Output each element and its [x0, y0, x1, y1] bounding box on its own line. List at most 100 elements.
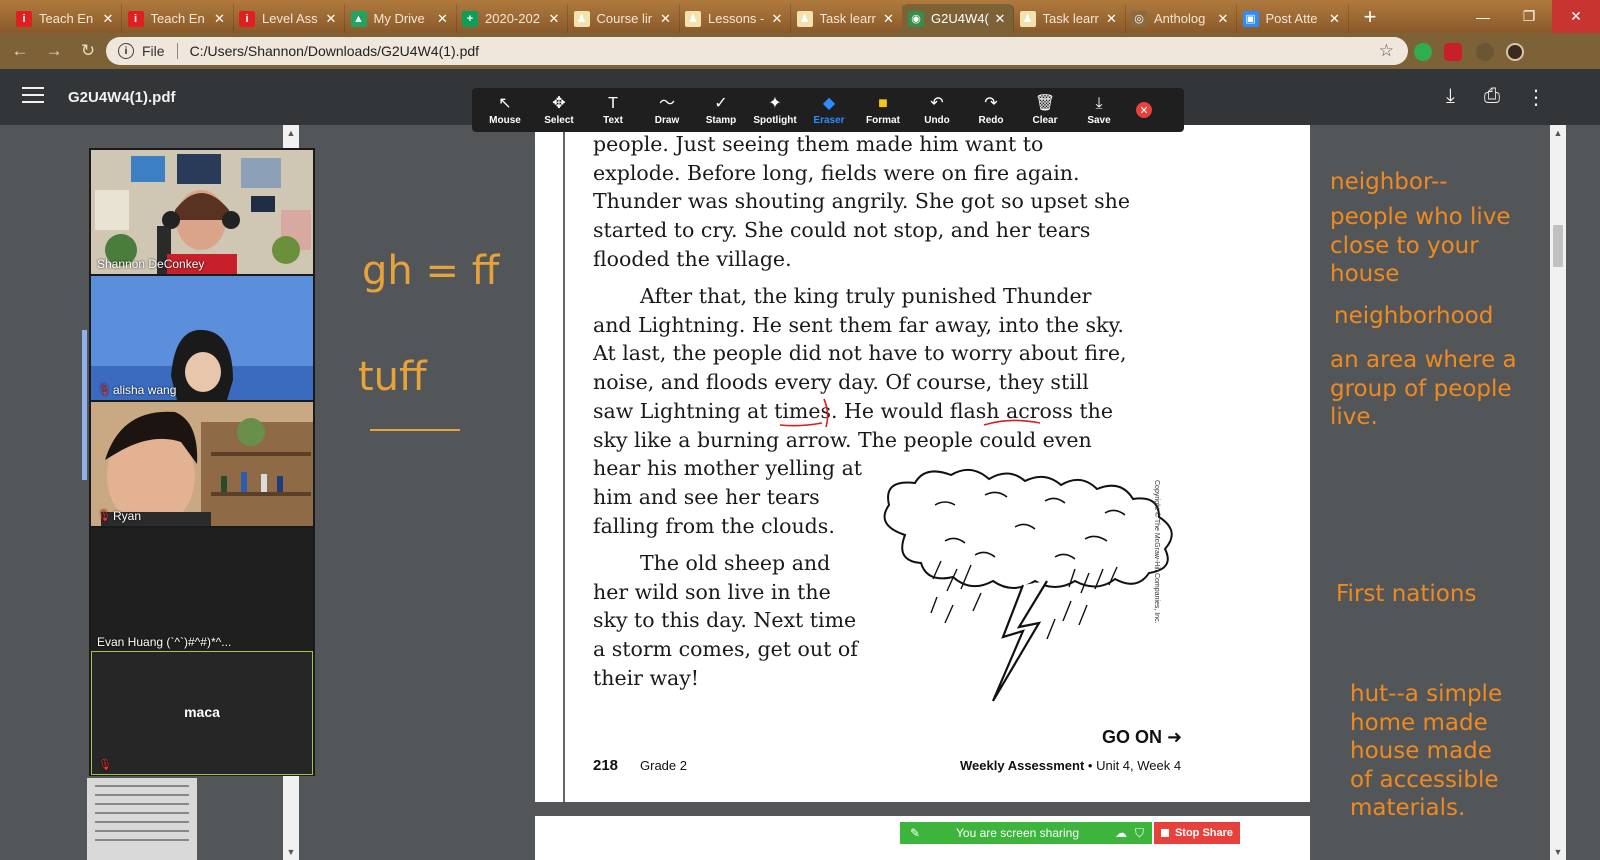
document-scrollbar[interactable]: ▲ ▼ [1550, 125, 1566, 860]
print-icon[interactable]: ⎙ [1484, 85, 1500, 108]
tab-close-icon[interactable]: ✕ [659, 11, 673, 27]
tool-undo[interactable]: ↶ Undo [910, 88, 964, 132]
note-line: people who live [1330, 204, 1511, 230]
scroll-down-icon[interactable]: ▼ [1550, 844, 1566, 860]
tab-close-icon[interactable]: ✕ [1328, 11, 1342, 27]
browser-tab[interactable]: i Teach En ✕ [10, 4, 122, 33]
stop-share-button[interactable]: Stop Share [1154, 822, 1240, 844]
tab-close-icon[interactable]: ✕ [436, 11, 450, 27]
profile-avatar-icon[interactable] [1506, 43, 1524, 61]
tab-close-icon[interactable]: ✕ [101, 11, 115, 27]
note-line: materials. [1350, 795, 1466, 821]
participant-name-center: maca [184, 704, 220, 720]
page-margin-line [563, 125, 565, 802]
tab-close-icon[interactable]: ✕ [1105, 11, 1119, 27]
browser-tab[interactable]: ▲ My Drive ✕ [345, 4, 457, 33]
stop-icon [1160, 829, 1169, 837]
scroll-up-icon[interactable]: ▲ [1550, 125, 1566, 141]
browser-tab[interactable]: ♟ Lessons - ✕ [679, 4, 791, 33]
browser-tab[interactable]: ♟ Task learr ✕ [1014, 4, 1126, 33]
video-tile-participant[interactable]: Evan Huang (`^`)#^#)*^... [91, 528, 313, 652]
close-annotation-icon[interactable]: ✕ [1136, 102, 1152, 118]
text-line: noise, and floods every day. Of course, … [593, 370, 1089, 395]
window-close-icon[interactable]: ✕ [1552, 0, 1600, 33]
tab-close-icon[interactable]: ✕ [324, 11, 338, 27]
tool-eraser[interactable]: ◆ Eraser [802, 88, 856, 132]
undo-icon: ↶ [930, 95, 944, 112]
browser-tab[interactable]: ♟ Course lir ✕ [568, 4, 680, 33]
forward-icon[interactable]: → [40, 37, 68, 65]
url-bar[interactable]: i File C:/Users/Shannon/Downloads/G2U4W4… [106, 37, 1408, 65]
tool-spotlight[interactable]: ✦ Spotlight [748, 88, 802, 132]
cloud-icon: ☁ [1114, 826, 1127, 840]
extension-green-icon[interactable] [1414, 43, 1432, 61]
video-tile-participant[interactable]: 🎙 Ryan [91, 402, 313, 526]
new-tab-button[interactable]: + [1356, 4, 1384, 30]
grade-label: Grade 2 [640, 758, 687, 773]
download-icon[interactable]: ⤓ [1446, 85, 1455, 108]
tab-close-icon[interactable]: ✕ [770, 11, 784, 27]
video-tile-participant[interactable]: 🎙 alisha wang [91, 276, 313, 400]
extension-puzzle-icon[interactable] [1476, 43, 1494, 61]
url-scheme: File [142, 43, 165, 59]
assessment-title: Weekly Assessment [960, 758, 1085, 773]
video-tile-host[interactable]: Shannon DeConkey [91, 150, 313, 274]
url-divider [176, 43, 178, 59]
storm-cloud-illustration [883, 468, 1173, 702]
tool-select[interactable]: ✥ Select [532, 88, 586, 132]
browser-tab[interactable]: +2020-202 ✕ [456, 4, 568, 33]
tool-clear[interactable]: 🗑 Clear [1018, 88, 1072, 132]
note-line: home made [1350, 709, 1488, 736]
draw-icon: 〜 [658, 95, 675, 112]
tab-favicon-icon: ♟ [1019, 10, 1036, 27]
browser-tab[interactable]: i Level Ass ✕ [233, 4, 345, 33]
browser-tab[interactable]: ◎ Antholog ✕ [1125, 4, 1237, 33]
share-drag-icon[interactable]: ✎ [910, 826, 920, 840]
tab-close-icon[interactable]: ✕ [213, 11, 227, 27]
tool-save[interactable]: ⤓ Save [1072, 88, 1126, 132]
reload-icon[interactable]: ↻ [74, 37, 102, 65]
tool-label: Clear [1032, 115, 1058, 126]
tool-text[interactable]: T Text [586, 88, 640, 132]
browser-tab[interactable]: ▣ Post Atte ✕ [1237, 4, 1349, 33]
tool-label: Draw [654, 115, 680, 126]
video-tile-active-speaker[interactable]: maca 🎙 [91, 651, 313, 775]
screen-share-status[interactable]: ✎ You are screen sharing ☁ ⛉ [900, 822, 1152, 844]
browser-tab[interactable]: i Teach En ✕ [122, 4, 234, 33]
stamp-icon: ✓ [714, 95, 728, 112]
tool-draw[interactable]: 〜 Draw [640, 88, 694, 132]
tool-label: Mouse [489, 115, 521, 126]
tool-redo[interactable]: ↷ Redo [964, 88, 1018, 132]
back-icon[interactable]: ← [6, 37, 34, 65]
tab-close-icon[interactable]: ✕ [993, 11, 1007, 27]
thumbnail-scroll-indicator [82, 330, 87, 480]
tool-mouse[interactable]: ↖ Mouse [478, 88, 532, 132]
story-paragraph-1: people. Just seeing them made him want t… [593, 130, 1130, 274]
tab-close-icon[interactable]: ✕ [1216, 11, 1230, 27]
restore-icon[interactable]: ❐ [1506, 0, 1552, 33]
info-icon[interactable]: i [118, 43, 134, 59]
tab-close-icon[interactable]: ✕ [547, 11, 561, 27]
eraser-icon: ◆ [822, 95, 836, 112]
minimize-icon[interactable]: — [1460, 0, 1506, 33]
ublock-icon[interactable] [1444, 43, 1462, 61]
shield-icon: ⛉ [1134, 825, 1144, 840]
scrollbar-thumb[interactable] [1553, 225, 1563, 267]
scroll-up-icon[interactable]: ▲ [283, 125, 299, 141]
page-thumbnail[interactable] [87, 778, 197, 860]
browser-tab[interactable]: ♟ Task learr ✕ [791, 4, 903, 33]
tool-format[interactable]: ■ Format [856, 88, 910, 132]
note-line: live. [1330, 404, 1378, 430]
tool-stamp[interactable]: ✓ Stamp [694, 88, 748, 132]
participant-name: alisha wang [113, 383, 177, 397]
menu-icon[interactable] [22, 87, 44, 105]
note-line: close to your [1330, 232, 1479, 259]
select-icon: ✥ [552, 95, 566, 112]
bookmark-star-icon[interactable]: ☆ [1379, 41, 1394, 61]
browser-tab[interactable]: ◉ G2U4W4(✕ [902, 4, 1014, 33]
more-options-icon[interactable]: ⋮ [1526, 85, 1546, 110]
tab-title: Task learr [1042, 11, 1099, 26]
scroll-down-icon[interactable]: ▼ [283, 844, 299, 860]
tab-close-icon[interactable]: ✕ [882, 11, 896, 27]
note-neighborhood-definition: an area where a group of people live. [1330, 346, 1517, 432]
